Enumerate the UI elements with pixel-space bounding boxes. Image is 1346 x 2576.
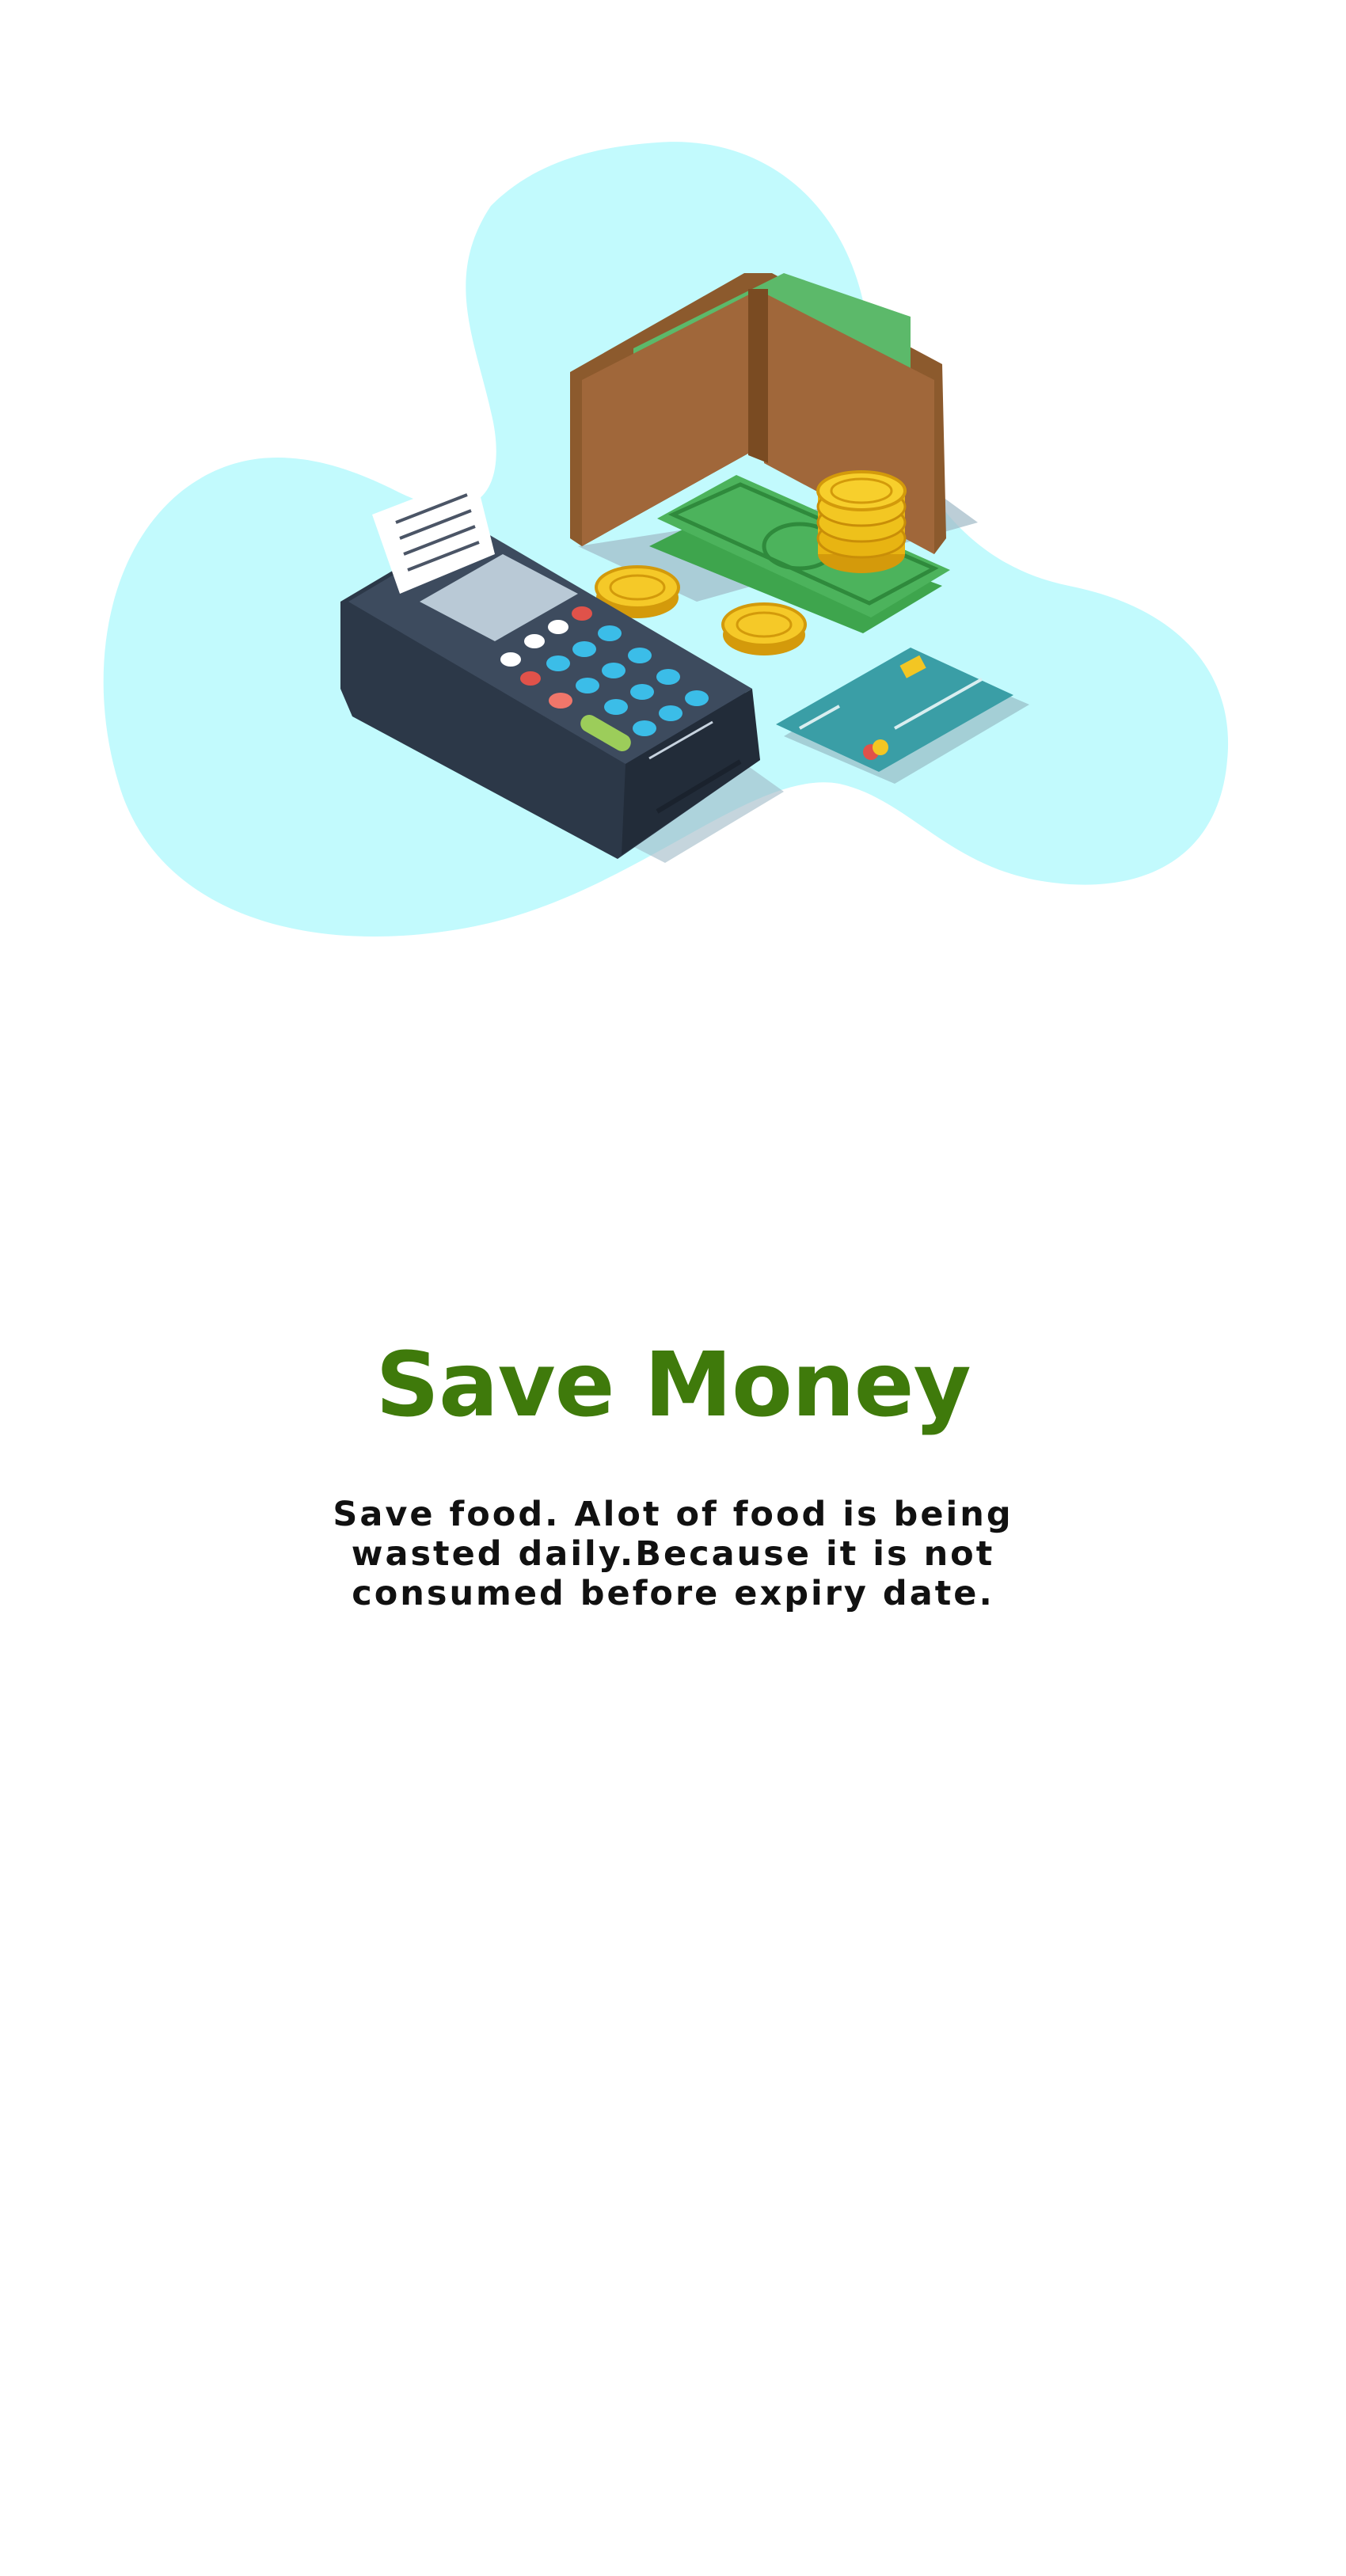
wallet-pos-terminal-illustration	[0, 0, 1346, 990]
onboarding-description: Save food. Alot of food is being wasted …	[333, 1495, 1013, 1613]
onboarding-title: Save Money	[375, 1334, 971, 1437]
onboarding-screen: Save Money Save food. Alot of food is be…	[0, 0, 1346, 2576]
